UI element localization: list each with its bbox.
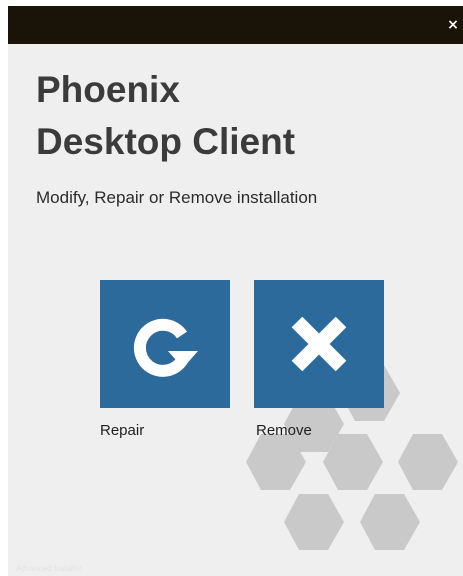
dialog-frame: × Phoenix Desktop Client Modify, Repair …	[0, 0, 463, 576]
page-title-line-2: Desktop Client	[36, 121, 296, 162]
repair-label[interactable]: Repair	[100, 422, 144, 439]
remove-label[interactable]: Remove	[256, 422, 312, 439]
refresh-icon	[133, 318, 198, 377]
page-title-line-1: Phoenix	[36, 69, 180, 110]
hexagon	[398, 434, 458, 490]
x-icon	[291, 316, 347, 372]
remove-button[interactable]	[254, 280, 384, 408]
repair-button[interactable]	[100, 280, 230, 408]
hexagon	[360, 494, 420, 550]
page-subtitle: Modify, Repair or Remove installation	[36, 188, 318, 207]
installer-window: × Phoenix Desktop Client Modify, Repair …	[8, 6, 463, 576]
hexagon	[284, 494, 344, 550]
footer-note: Advanced Installer	[16, 564, 82, 573]
